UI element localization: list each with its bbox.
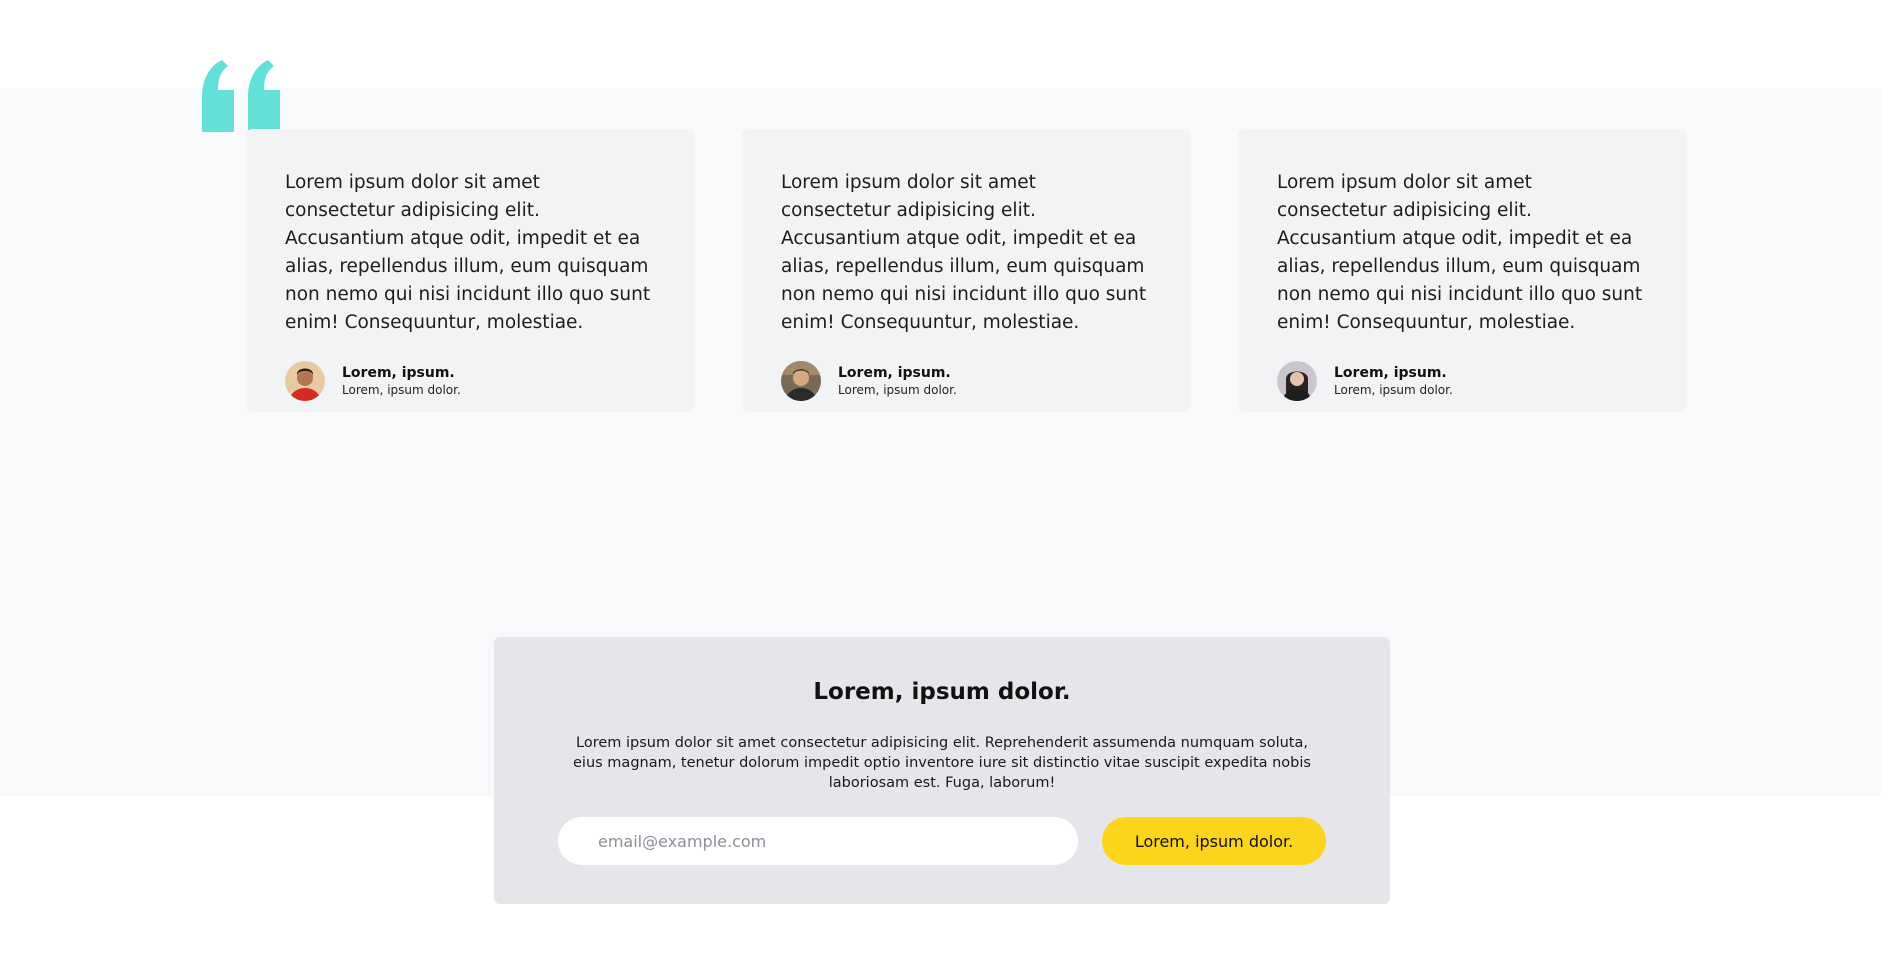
testimonial-card: Lorem ipsum dolor sit amet consectetur a…: [1238, 129, 1686, 412]
testimonial-cards: Lorem ipsum dolor sit amet consectetur a…: [246, 129, 1688, 412]
newsletter-description: Lorem ipsum dolor sit amet consectetur a…: [573, 735, 1311, 791]
subscribe-button[interactable]: Lorem, ipsum dolor.: [1102, 817, 1326, 865]
newsletter-title: Lorem, ipsum dolor.: [813, 679, 1071, 705]
testimonial-author: Lorem, ipsum. Lorem, ipsum dolor.: [1277, 361, 1647, 401]
author-name: Lorem, ipsum.: [838, 364, 951, 381]
avatar: [285, 361, 325, 401]
testimonial-text: Lorem ipsum dolor sit amet consectetur a…: [285, 172, 651, 333]
testimonial-card: Lorem ipsum dolor sit amet consectetur a…: [742, 129, 1190, 412]
quote-mark-icon: [202, 60, 280, 132]
author-role: Lorem, ipsum dolor.: [342, 382, 461, 397]
testimonial-text: Lorem ipsum dolor sit amet consectetur a…: [1277, 172, 1643, 333]
author-name: Lorem, ipsum.: [342, 364, 455, 381]
testimonial-card: Lorem ipsum dolor sit amet consectetur a…: [246, 129, 694, 412]
author-role: Lorem, ipsum dolor.: [838, 382, 957, 397]
testimonial-author: Lorem, ipsum. Lorem, ipsum dolor.: [285, 361, 655, 401]
avatar: [1277, 361, 1317, 401]
email-input[interactable]: [558, 817, 1078, 865]
avatar: [781, 361, 821, 401]
testimonial-author: Lorem, ipsum. Lorem, ipsum dolor.: [781, 361, 1151, 401]
author-role: Lorem, ipsum dolor.: [1334, 382, 1453, 397]
testimonial-text: Lorem ipsum dolor sit amet consectetur a…: [781, 172, 1147, 333]
newsletter-box: Lorem, ipsum dolor. Lorem ipsum dolor si…: [494, 637, 1390, 904]
author-name: Lorem, ipsum.: [1334, 364, 1447, 381]
